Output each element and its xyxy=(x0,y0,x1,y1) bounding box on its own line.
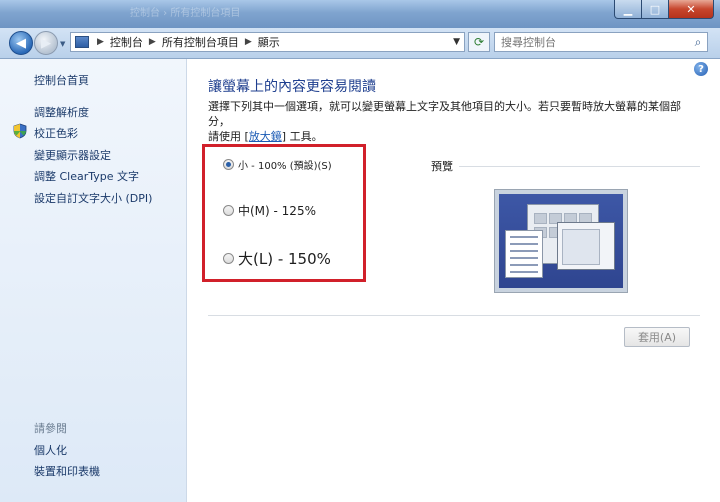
divider xyxy=(208,315,700,316)
help-icon: ? xyxy=(698,63,704,75)
option-medium[interactable]: 中(M) - 125% xyxy=(223,202,316,219)
maximize-button[interactable]: □ xyxy=(642,0,669,19)
page-description: 選擇下列其中一個選項，就可以變更螢幕上文字及其他項目的大小。若只要暫時放大螢幕的… xyxy=(208,99,698,144)
sidebar-home-link[interactable]: 控制台首頁 xyxy=(34,72,89,88)
preview-divider xyxy=(459,166,700,167)
breadcrumb-display[interactable]: 顯示 xyxy=(258,34,280,50)
sidebar-item-calibrate-color[interactable]: 校正色彩 xyxy=(34,125,78,141)
minimize-button[interactable]: ▁ xyxy=(614,0,642,19)
radio-large[interactable] xyxy=(223,253,234,264)
preview-label: 預覽 xyxy=(431,160,453,173)
sidebar-item-devices-printers[interactable]: 裝置和印表機 xyxy=(34,463,100,479)
breadcrumb-separator[interactable]: ▶ xyxy=(149,37,156,47)
sidebar: 控制台首頁 調整解析度 校正色彩 變更顯示器設定 調整 ClearType 文字… xyxy=(0,59,187,502)
sidebar-item-resolution[interactable]: 調整解析度 xyxy=(34,104,89,120)
description-text: ] 工具。 xyxy=(281,130,323,143)
radio-small[interactable] xyxy=(223,159,234,170)
recent-pages-dropdown[interactable]: ▼ xyxy=(60,40,65,48)
magnifier-link[interactable]: 放大鏡 xyxy=(249,130,282,143)
uac-shield-icon xyxy=(13,123,27,139)
option-medium-label: 中(M) - 125% xyxy=(238,204,316,218)
option-small-label: 小 - 100% (預設)(S) xyxy=(238,161,332,172)
forward-arrow-icon: ▶ xyxy=(41,35,51,51)
description-line-2: 請使用 [放大鏡] 工具。 xyxy=(208,129,698,144)
address-bar[interactable]: ▶ 控制台 ▶ 所有控制台項目 ▶ 顯示 ▼ xyxy=(70,32,465,52)
forward-button[interactable]: ▶ xyxy=(34,31,58,55)
help-button[interactable]: ? xyxy=(694,62,708,76)
radio-medium[interactable] xyxy=(223,205,234,216)
breadcrumb-separator[interactable]: ▶ xyxy=(245,37,252,47)
description-text: 請使用 [ xyxy=(208,130,249,143)
refresh-button[interactable]: ⟳ xyxy=(468,32,490,52)
sidebar-item-display-settings[interactable]: 變更顯示器設定 xyxy=(34,147,111,163)
sidebar-item-custom-dpi[interactable]: 設定自訂文字大小 (DPI) xyxy=(34,190,152,206)
control-panel-icon xyxy=(75,36,89,48)
option-large[interactable]: 大(L) - 150% xyxy=(223,248,331,269)
title-ghost-text: 控制台 › 所有控制台項目 xyxy=(130,8,241,19)
back-button[interactable]: ◀ xyxy=(9,31,33,55)
address-dropdown-icon[interactable]: ▼ xyxy=(453,37,460,47)
title-bar: 控制台 › 所有控制台項目 ▁ □ ✕ xyxy=(0,0,720,28)
sidebar-item-cleartype[interactable]: 調整 ClearType 文字 xyxy=(34,168,139,184)
apply-button[interactable]: 套用(A) xyxy=(624,327,690,347)
search-box[interactable]: ⌕ xyxy=(494,32,708,52)
refresh-icon: ⟳ xyxy=(473,35,485,49)
breadcrumb-all-items[interactable]: 所有控制台項目 xyxy=(162,34,239,50)
search-input[interactable] xyxy=(495,34,689,50)
breadcrumb-control-panel[interactable]: 控制台 xyxy=(110,34,143,50)
preview-window-pane xyxy=(562,229,600,265)
breadcrumb-separator[interactable]: ▶ xyxy=(97,37,104,47)
close-button[interactable]: ✕ xyxy=(669,0,714,19)
preview-window-front xyxy=(557,222,615,270)
option-large-label: 大(L) - 150% xyxy=(238,250,331,268)
preview-image xyxy=(494,189,628,293)
preview-window-list xyxy=(505,230,543,278)
page-title: 讓螢幕上的內容更容易閱讀 xyxy=(208,79,376,95)
navigation-bar: ◀ ▶ ▼ ▶ 控制台 ▶ 所有控制台項目 ▶ 顯示 ▼ ⟳ ⌕ xyxy=(0,28,720,59)
main-content: ? 讓螢幕上的內容更容易閱讀 選擇下列其中一個選項，就可以變更螢幕上文字及其他項… xyxy=(187,59,720,502)
preview-desktop xyxy=(499,194,623,288)
description-line-1: 選擇下列其中一個選項，就可以變更螢幕上文字及其他項目的大小。若只要暫時放大螢幕的… xyxy=(208,100,681,128)
option-small[interactable]: 小 - 100% (預設)(S) xyxy=(223,157,332,172)
see-also-heading: 請參閱 xyxy=(34,422,67,435)
back-arrow-icon: ◀ xyxy=(16,35,26,51)
sidebar-item-personalization[interactable]: 個人化 xyxy=(34,442,67,458)
search-icon[interactable]: ⌕ xyxy=(689,35,707,50)
window-controls: ▁ □ ✕ xyxy=(614,0,714,19)
